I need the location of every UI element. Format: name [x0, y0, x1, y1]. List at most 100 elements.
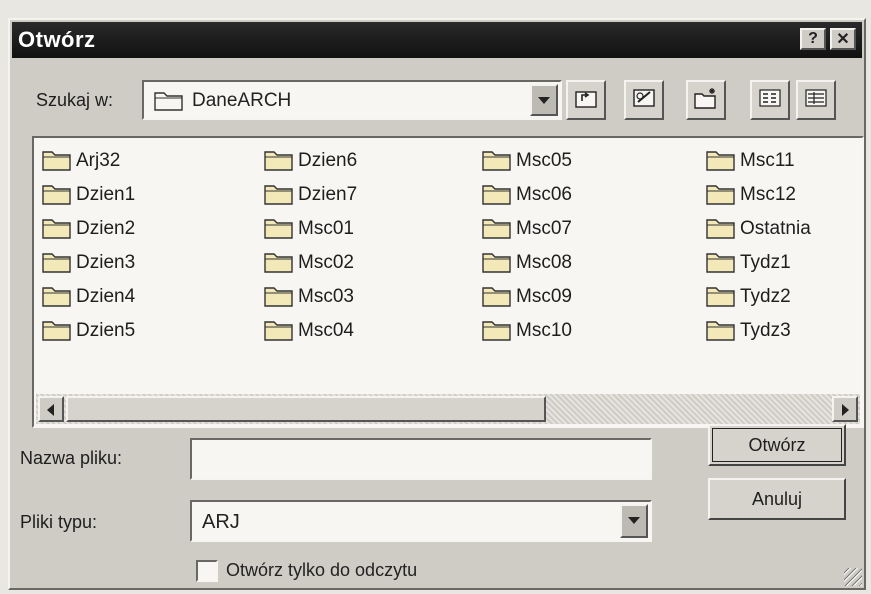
- list-item-label: Dzien6: [298, 150, 358, 171]
- chevron-down-icon[interactable]: [530, 84, 558, 116]
- folder-icon: [264, 317, 294, 346]
- list-item-label: Msc11: [740, 150, 795, 171]
- resize-grip[interactable]: [844, 568, 862, 586]
- list-item[interactable]: Msc12: [706, 180, 796, 210]
- list-item[interactable]: Tydz2: [706, 282, 791, 312]
- list-item-label: Msc05: [516, 150, 572, 171]
- list-item-label: Dzien3: [76, 252, 136, 273]
- list-view-button[interactable]: [750, 80, 790, 120]
- list-item-label: Dzien1: [76, 184, 136, 205]
- list-item[interactable]: Msc06: [482, 180, 572, 210]
- filetype-dropdown[interactable]: ARJ: [190, 500, 652, 542]
- folder-icon: [42, 181, 72, 210]
- folder-icon: [42, 147, 72, 176]
- scroll-right-button[interactable]: [832, 396, 858, 422]
- list-item[interactable]: Msc10: [482, 316, 572, 346]
- new-folder-icon: [693, 86, 719, 115]
- list-item-label: Msc01: [298, 218, 354, 239]
- list-item-label: Dzien2: [76, 218, 136, 239]
- file-list[interactable]: Arj32 Dzien1 Dzien2 Dzien3 Dzien4 Dzien5 Dzien…: [32, 136, 864, 428]
- list-view-icon: [758, 87, 782, 114]
- dialog-title: Otwórz: [18, 27, 96, 52]
- folder-icon: [264, 283, 294, 312]
- folder-icon: [706, 215, 736, 244]
- list-item[interactable]: Dzien1: [42, 180, 135, 210]
- list-item-label: Dzien5: [76, 320, 136, 341]
- list-item[interactable]: Msc04: [264, 316, 354, 346]
- lookin-dropdown[interactable]: DaneARCH: [142, 80, 562, 120]
- filename-label: Nazwa pliku:: [20, 448, 123, 468]
- filetype-label: Pliki typu:: [20, 512, 98, 532]
- filetype-value: ARJ: [202, 511, 240, 533]
- folder-icon: [264, 181, 294, 210]
- cancel-button[interactable]: Anuluj: [708, 478, 846, 520]
- lookin-label: Szukaj w:: [36, 90, 114, 110]
- horizontal-scrollbar[interactable]: [36, 394, 860, 424]
- up-one-level-button[interactable]: [566, 80, 606, 120]
- list-item-label: Msc12: [740, 184, 796, 205]
- list-item[interactable]: Ostatnia: [706, 214, 811, 244]
- up-folder-icon: [574, 87, 598, 114]
- list-item[interactable]: Dzien7: [264, 180, 357, 210]
- folder-icon: [706, 249, 736, 278]
- folder-icon: [482, 317, 512, 346]
- list-item[interactable]: Msc11: [706, 146, 795, 176]
- chevron-down-icon[interactable]: [620, 504, 648, 538]
- help-button[interactable]: ?: [800, 28, 826, 50]
- list-item[interactable]: Dzien4: [42, 282, 135, 312]
- list-item-label: Tydz1: [740, 252, 791, 273]
- list-item[interactable]: Msc03: [264, 282, 354, 312]
- list-item[interactable]: Dzien6: [264, 146, 357, 176]
- new-folder-button[interactable]: [686, 80, 726, 120]
- list-item[interactable]: Dzien5: [42, 316, 135, 346]
- desktop-button[interactable]: [624, 80, 664, 120]
- list-item-label: Msc09: [516, 286, 572, 307]
- list-item[interactable]: Msc08: [482, 248, 572, 278]
- folder-icon: [706, 147, 736, 176]
- folder-icon: [42, 283, 72, 312]
- folder-icon: [482, 249, 512, 278]
- title-bar[interactable]: Otwórz ? ✕: [12, 22, 862, 58]
- list-item[interactable]: Msc07: [482, 214, 572, 244]
- folder-icon: [482, 147, 512, 176]
- list-item[interactable]: Tydz3: [706, 316, 791, 346]
- scroll-left-button[interactable]: [38, 396, 64, 422]
- list-item[interactable]: Msc02: [264, 248, 354, 278]
- folder-icon: [264, 249, 294, 278]
- list-item-label: Msc04: [298, 320, 354, 341]
- list-item-label: Tydz2: [740, 286, 791, 307]
- list-item-label: Msc02: [298, 252, 354, 273]
- folder-icon: [706, 317, 736, 346]
- list-item-label: Dzien4: [76, 286, 136, 307]
- close-button[interactable]: ✕: [830, 28, 856, 50]
- folder-icon: [706, 181, 736, 210]
- scrollbar-thumb[interactable]: [66, 396, 546, 422]
- list-item-label: Arj32: [76, 150, 121, 171]
- folder-icon: [154, 89, 184, 116]
- list-item-label: Msc10: [516, 320, 572, 341]
- list-item[interactable]: Dzien2: [42, 214, 135, 244]
- list-item-label: Dzien7: [298, 184, 358, 205]
- list-item-label: Msc06: [516, 184, 572, 205]
- details-view-button[interactable]: [796, 80, 836, 120]
- folder-icon: [482, 181, 512, 210]
- open-button[interactable]: Otwórz: [708, 424, 846, 466]
- list-item-label: Msc03: [298, 286, 354, 307]
- folder-icon: [482, 215, 512, 244]
- list-item[interactable]: Msc01: [264, 214, 354, 244]
- details-view-icon: [804, 87, 828, 114]
- list-item[interactable]: Arj32: [42, 146, 120, 176]
- readonly-label: Otwórz tylko do odczytu: [226, 560, 418, 580]
- list-item[interactable]: Tydz1: [706, 248, 791, 278]
- list-item[interactable]: Dzien3: [42, 248, 135, 278]
- lookin-value: DaneARCH: [192, 90, 292, 111]
- list-item-label: Msc07: [516, 218, 572, 239]
- list-item[interactable]: Msc05: [482, 146, 572, 176]
- list-item[interactable]: Msc09: [482, 282, 572, 312]
- filename-field[interactable]: [190, 438, 652, 480]
- folder-icon: [42, 249, 72, 278]
- readonly-checkbox[interactable]: [196, 560, 218, 582]
- folder-icon: [482, 283, 512, 312]
- list-item-label: Ostatnia: [740, 218, 811, 239]
- list-item-label: Msc08: [516, 252, 572, 273]
